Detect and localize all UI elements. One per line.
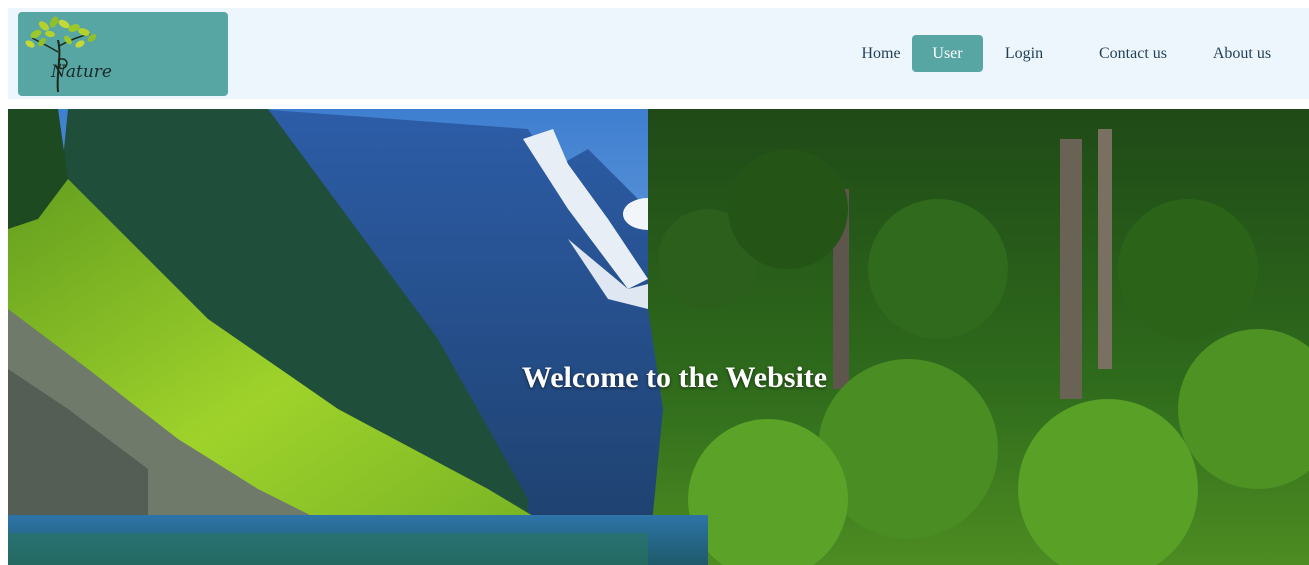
- tree-logo-icon: [25, 16, 97, 93]
- nav-item-contact[interactable]: Contact us: [1081, 35, 1185, 72]
- nav-item-about[interactable]: About us: [1196, 35, 1288, 72]
- hero-title: Welcome to the Website: [521, 361, 828, 394]
- landscape-image: [8, 109, 1309, 565]
- nav-item-home[interactable]: Home: [843, 35, 919, 72]
- nav-item-login[interactable]: Login: [992, 35, 1056, 72]
- hero-banner: Welcome to the Website: [8, 109, 1309, 565]
- logo-text: Nature: [51, 62, 112, 82]
- nav-item-user[interactable]: User: [912, 35, 983, 72]
- logo[interactable]: Nature: [18, 12, 228, 96]
- site-header: Nature Home User Login Contact us About …: [8, 8, 1309, 99]
